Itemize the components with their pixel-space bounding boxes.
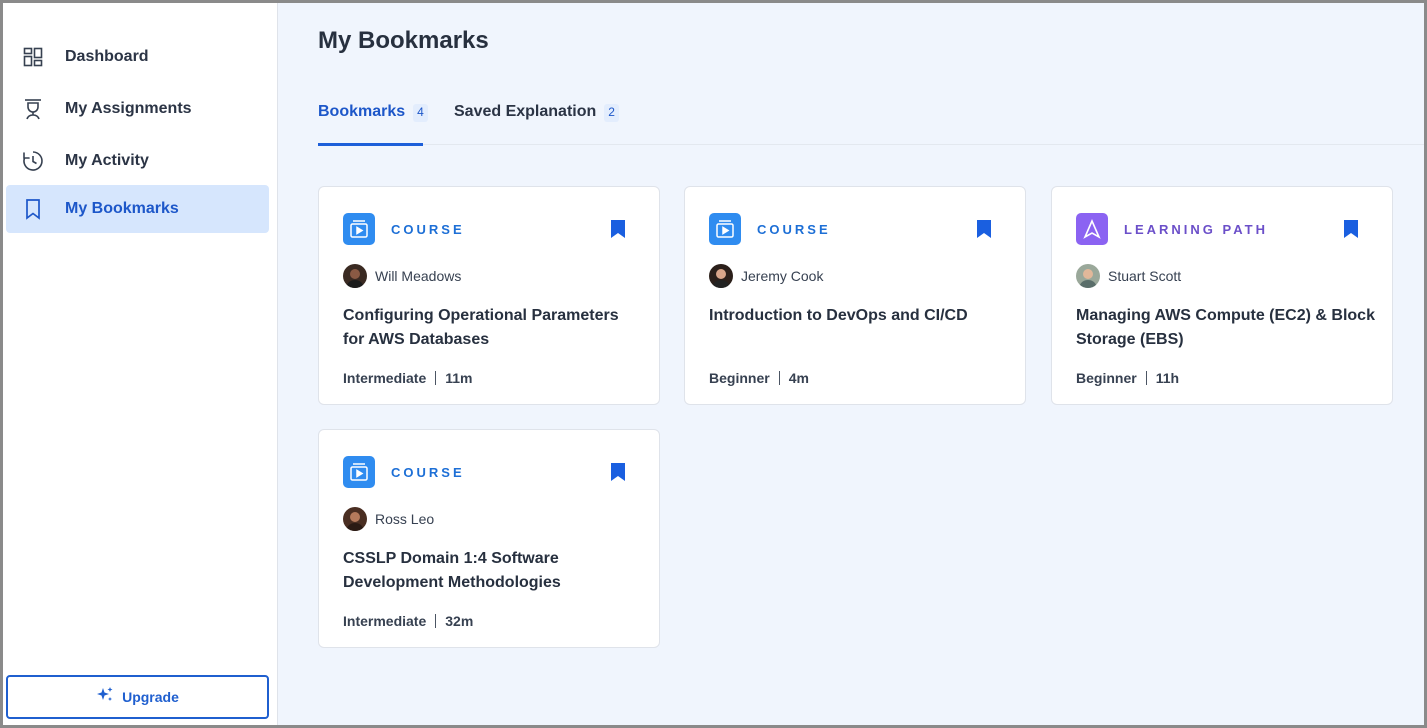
bookmark-card[interactable]: COURSE Ross Leo CSSLP Domain 1:4 Softwar… xyxy=(318,429,660,648)
bookmark-filled-icon[interactable] xyxy=(611,463,625,481)
content-type-label: LEARNING PATH xyxy=(1124,222,1268,237)
duration: 11m xyxy=(445,370,473,386)
tab-bar: Bookmarks 4 Saved Explanation 2 xyxy=(318,99,1424,146)
duration: 11h xyxy=(1155,370,1180,386)
card-title: Configuring Operational Parameters for A… xyxy=(343,307,619,348)
sidebar-item-dashboard[interactable]: Dashboard xyxy=(6,33,269,81)
author-name: Ross Leo xyxy=(375,511,435,527)
tab-bookmarks[interactable]: Bookmarks 4 xyxy=(318,99,428,146)
sidebar-item-label: My Assignments xyxy=(65,100,192,117)
card-title: Introduction to DevOps and CI/CD xyxy=(709,307,968,324)
author-name: Jeremy Cook xyxy=(741,268,824,284)
meta-divider xyxy=(435,371,437,385)
course-play-icon xyxy=(709,213,741,245)
bookmark-card[interactable]: LEARNING PATH Stuart Scott Managing AWS … xyxy=(1051,186,1393,405)
sidebar-item-label: Dashboard xyxy=(65,48,149,65)
assignment-icon xyxy=(22,98,44,120)
card-meta: Intermediate 11m xyxy=(343,370,473,386)
avatar xyxy=(1076,264,1100,288)
upgrade-label: Upgrade xyxy=(122,689,179,705)
author-name: Will Meadows xyxy=(375,268,462,284)
level: Intermediate xyxy=(343,370,427,386)
level: Beginner xyxy=(1076,370,1137,386)
sidebar-item-my-activity[interactable]: My Activity xyxy=(6,137,269,185)
bookmark-filled-icon[interactable] xyxy=(977,220,991,238)
content-type-label: COURSE xyxy=(757,222,831,237)
level: Intermediate xyxy=(343,613,427,629)
course-play-icon xyxy=(343,213,375,245)
sparkle-icon xyxy=(96,686,114,709)
card-meta: Beginner 4m xyxy=(709,370,809,386)
course-play-icon xyxy=(343,456,375,488)
tab-count-badge: 4 xyxy=(413,104,428,122)
bookmark-outline-icon xyxy=(22,198,44,220)
bookmark-filled-icon[interactable] xyxy=(611,220,625,238)
sidebar-item-label: My Bookmarks xyxy=(65,200,179,217)
page-title: My Bookmarks xyxy=(318,27,489,54)
sidebar-item-label: My Activity xyxy=(65,152,149,169)
bookmark-filled-icon[interactable] xyxy=(1344,220,1358,238)
upgrade-button[interactable]: Upgrade xyxy=(6,675,269,719)
bookmark-card[interactable]: COURSE Will Meadows Configuring Operatio… xyxy=(318,186,660,405)
main-content: My Bookmarks Bookmarks 4 Saved Explanati… xyxy=(279,3,1424,725)
tab-saved-explanation[interactable]: Saved Explanation 2 xyxy=(454,99,619,145)
tab-count-badge: 2 xyxy=(604,104,619,122)
card-title: CSSLP Domain 1:4 Software Development Me… xyxy=(343,550,561,591)
avatar xyxy=(343,264,367,288)
author-name: Stuart Scott xyxy=(1108,268,1182,284)
tab-label: Bookmarks xyxy=(318,103,406,120)
meta-divider xyxy=(778,371,780,385)
sidebar: Dashboard My Assignments My Activity My … xyxy=(3,3,278,725)
sidebar-item-my-assignments[interactable]: My Assignments xyxy=(6,85,269,133)
level: Beginner xyxy=(709,370,770,386)
learning-path-icon xyxy=(1076,213,1108,245)
avatar xyxy=(343,507,367,531)
duration: 32m xyxy=(445,613,474,629)
card-meta: Beginner 11h xyxy=(1076,370,1179,386)
dashboard-grid-icon xyxy=(22,46,44,68)
tab-label: Saved Explanation xyxy=(454,103,597,120)
meta-divider xyxy=(1145,371,1147,385)
sidebar-item-my-bookmarks[interactable]: My Bookmarks xyxy=(6,185,269,233)
content-type-label: COURSE xyxy=(391,465,465,480)
content-type-label: COURSE xyxy=(391,222,465,237)
duration: 4m xyxy=(788,370,809,386)
history-clock-icon xyxy=(22,150,44,172)
avatar xyxy=(709,264,733,288)
meta-divider xyxy=(435,614,437,628)
bookmark-card[interactable]: COURSE Jeremy Cook Introduction to DevOp… xyxy=(684,186,1026,405)
card-meta: Intermediate 32m xyxy=(343,613,473,629)
card-title: Managing AWS Compute (EC2) & Block Stora… xyxy=(1076,307,1375,348)
app-window: Dashboard My Assignments My Activity My … xyxy=(0,0,1427,728)
